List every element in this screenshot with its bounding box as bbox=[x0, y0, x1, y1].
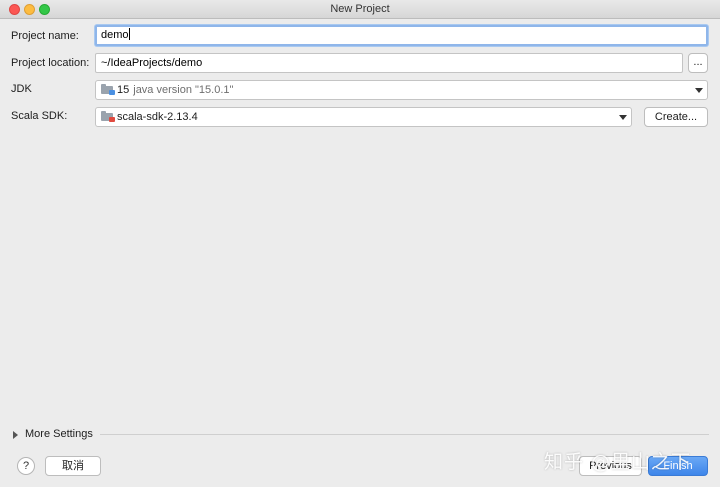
title-bar: New Project bbox=[0, 0, 720, 19]
project-name-label: Project name: bbox=[11, 30, 79, 42]
folder-icon bbox=[101, 84, 115, 95]
window-title: New Project bbox=[330, 3, 390, 15]
cancel-button[interactable]: 取消 bbox=[45, 456, 101, 476]
chevron-down-icon bbox=[695, 88, 703, 93]
project-location-input[interactable]: ~/IdeaProjects/demo bbox=[95, 53, 683, 73]
zoom-window-button[interactable] bbox=[39, 4, 50, 15]
project-location-label: Project location: bbox=[11, 57, 90, 69]
help-button[interactable]: ? bbox=[17, 457, 35, 475]
scala-sdk-label: Scala SDK: bbox=[11, 110, 68, 122]
watermark-text: 知乎 @里山之下 bbox=[544, 451, 692, 473]
jdk-label: JDK bbox=[11, 83, 32, 95]
triangle-right-icon bbox=[13, 431, 18, 439]
project-name-input[interactable]: demo bbox=[95, 25, 708, 46]
jdk-version: java version "15.0.1" bbox=[133, 84, 234, 96]
jdk-select[interactable]: 15 java version "15.0.1" bbox=[95, 80, 708, 100]
text-caret bbox=[128, 28, 130, 40]
close-window-button[interactable] bbox=[9, 4, 20, 15]
chevron-down-icon bbox=[619, 115, 627, 120]
project-location-value: ~/IdeaProjects/demo bbox=[101, 57, 203, 69]
more-settings-label: More Settings bbox=[25, 428, 93, 440]
browse-location-button[interactable]: ... bbox=[688, 53, 708, 73]
create-sdk-button[interactable]: Create... bbox=[644, 107, 708, 127]
divider bbox=[100, 434, 709, 435]
jdk-name: 15 bbox=[117, 84, 130, 96]
folder-icon bbox=[101, 111, 115, 122]
scala-sdk-value: scala-sdk-2.13.4 bbox=[117, 111, 198, 123]
minimize-window-button[interactable] bbox=[24, 4, 35, 15]
scala-sdk-select[interactable]: scala-sdk-2.13.4 bbox=[95, 107, 632, 127]
project-name-value: demo bbox=[101, 29, 129, 41]
